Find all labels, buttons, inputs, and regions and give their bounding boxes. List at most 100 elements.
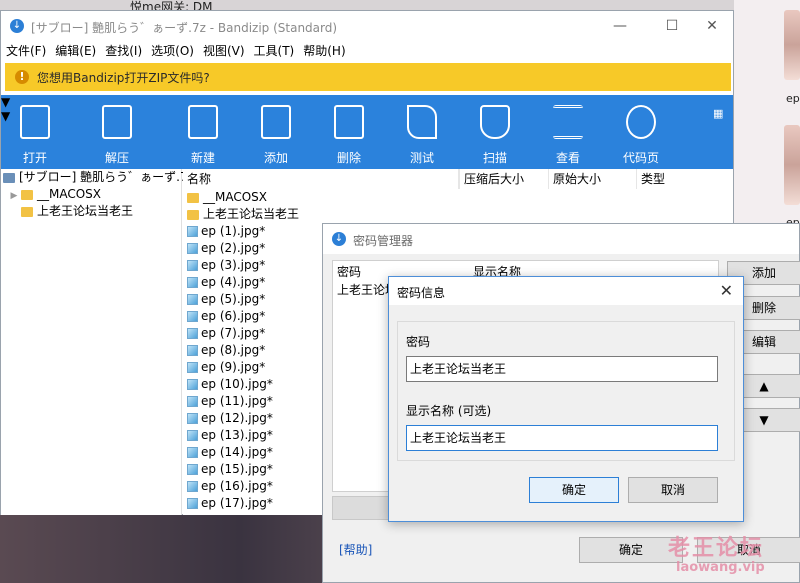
image-file-icon: [187, 362, 198, 373]
image-file-icon: [187, 430, 198, 441]
watermark-logo: 老王论坛: [668, 536, 765, 561]
image-file-icon: [187, 294, 198, 305]
list-item[interactable]: ep (13).jpg*: [187, 427, 273, 444]
close-button[interactable]: ✕: [689, 15, 735, 37]
thumbnail-image: [784, 10, 800, 80]
image-file-icon: [187, 328, 198, 339]
list-item[interactable]: ep (7).jpg*: [187, 325, 265, 342]
image-file-icon: [187, 379, 198, 390]
list-item[interactable]: ep (11).jpg*: [187, 393, 273, 410]
list-item[interactable]: ep (2).jpg*: [187, 240, 265, 257]
menu-file[interactable]: 文件(F): [6, 41, 46, 61]
list-item-label: ep (11).jpg*: [201, 394, 273, 408]
list-item[interactable]: ep (1).jpg*: [187, 223, 265, 240]
list-item[interactable]: ep (14).jpg*: [187, 444, 273, 461]
minimize-button[interactable]: —: [597, 15, 643, 37]
watermark-url: laowang.vip: [676, 560, 765, 575]
list-item-label: ep (3).jpg*: [201, 258, 266, 272]
list-item[interactable]: ep (15).jpg*: [187, 461, 273, 478]
toolbar-new-button[interactable]: 新建: [173, 101, 233, 166]
list-item[interactable]: ep (12).jpg*: [187, 410, 273, 427]
folder-icon: [187, 209, 199, 220]
cancel-button[interactable]: 取消: [628, 477, 718, 503]
list-item-label: ep (12).jpg*: [201, 411, 273, 425]
image-file-icon: [187, 464, 198, 475]
toolbar-extract-button[interactable]: 解压: [87, 101, 147, 166]
image-file-icon: [187, 396, 198, 407]
window-title: [サブロー] 艷肌らう゛ぁーず.7z - Bandizip (Standard): [31, 21, 338, 35]
image-file-icon: [187, 311, 198, 322]
thumbnail-image: [784, 125, 800, 205]
layout-grid-icon[interactable]: ▦: [713, 107, 723, 120]
list-item-label: ep (7).jpg*: [201, 326, 266, 340]
list-item[interactable]: ep (17).jpg*: [187, 495, 273, 512]
tree-item-macosx[interactable]: ▶ __MACOSX: [7, 186, 101, 203]
tree-item-label: 上老王论坛当老王: [37, 204, 134, 218]
menu-options[interactable]: 选项(O): [151, 41, 194, 61]
new-archive-icon: [188, 105, 218, 139]
menu-view[interactable]: 视图(V): [203, 41, 245, 61]
association-notice-bar[interactable]: ! 您想用Bandizip打开ZIP文件吗?: [5, 63, 731, 91]
list-item[interactable]: 上老王论坛当老王: [187, 206, 299, 223]
list-item[interactable]: ep (10).jpg*: [187, 376, 273, 393]
menu-help[interactable]: 帮助(H): [303, 41, 345, 61]
folder-icon: [187, 192, 199, 203]
menu-bar: 文件(F) 编辑(E) 查找(I) 选项(O) 视图(V) 工具(T) 帮助(H): [1, 41, 733, 61]
toolbar-label: 新建: [190, 151, 215, 165]
list-item-label: ep (10).jpg*: [201, 377, 273, 391]
dialog-title-bar: ↓ 密码管理器: [323, 224, 799, 254]
archive-icon: [3, 172, 15, 183]
display-name-field[interactable]: 上老王论坛当老王: [406, 425, 718, 451]
column-header-name[interactable]: 名称: [183, 169, 459, 189]
toolbar-scan-button[interactable]: 扫描: [465, 101, 525, 166]
list-item[interactable]: ep (8).jpg*: [187, 342, 265, 359]
column-header-original-size[interactable]: 原始大小: [549, 169, 637, 189]
toolbar-codepage-button[interactable]: 代码页: [611, 101, 671, 166]
password-label: 密码: [406, 335, 431, 349]
chevron-right-icon[interactable]: ▶: [7, 188, 21, 205]
toolbar-label: 代码页: [622, 151, 659, 165]
image-file-icon: [187, 345, 198, 356]
menu-tools[interactable]: 工具(T): [254, 41, 295, 61]
close-icon[interactable]: ✕: [720, 281, 733, 300]
password-field[interactable]: 上老王论坛当老王: [406, 356, 718, 382]
bandizip-app-icon: ↓: [332, 232, 346, 246]
list-item-label: __MACOSX: [203, 190, 268, 204]
view-icon: [553, 105, 583, 139]
list-item[interactable]: __MACOSX: [187, 189, 267, 206]
tree-item-label: __MACOSX: [37, 187, 102, 201]
toolbar: 打开 ▼ 解压 ▼ 新建 添加 删除 测试 扫描 查看 代码页: [1, 95, 733, 169]
bandizip-app-icon: ↓: [10, 19, 24, 33]
warning-icon: !: [15, 70, 29, 84]
menu-edit[interactable]: 编辑(E): [55, 41, 96, 61]
dialog-title: 密码管理器: [353, 234, 414, 248]
list-item-label: ep (2).jpg*: [201, 241, 266, 255]
ok-button[interactable]: 确定: [529, 477, 619, 503]
column-header-packed-size[interactable]: 压缩后大小: [459, 169, 549, 189]
tree-item-folder[interactable]: 上老王论坛当老王: [21, 203, 133, 220]
list-item[interactable]: ep (16).jpg*: [187, 478, 273, 495]
extract-icon: [102, 105, 132, 139]
display-name-label: 显示名称 (可选): [406, 404, 492, 418]
menu-find[interactable]: 查找(I): [105, 41, 142, 61]
toolbar-delete-button[interactable]: 删除: [319, 101, 379, 166]
toolbar-test-button[interactable]: 测试: [392, 101, 452, 166]
column-header-password[interactable]: 密码: [337, 263, 361, 280]
tree-root-item[interactable]: [サブロー] 艷肌らう゛ぁーず.7z: [3, 169, 194, 186]
folder-icon: [21, 206, 33, 217]
list-item-label: ep (15).jpg*: [201, 462, 273, 476]
list-item-label: ep (5).jpg*: [201, 292, 266, 306]
toolbar-add-button[interactable]: 添加: [246, 101, 306, 166]
dialog-title: 密码信息: [397, 286, 446, 300]
list-item[interactable]: ep (6).jpg*: [187, 308, 265, 325]
list-item[interactable]: ep (4).jpg*: [187, 274, 265, 291]
column-header-type[interactable]: 类型: [637, 169, 727, 189]
list-item[interactable]: ep (5).jpg*: [187, 291, 265, 308]
toolbar-view-button[interactable]: 查看: [538, 101, 598, 166]
image-file-icon: [187, 447, 198, 458]
help-link[interactable]: [帮助]: [339, 541, 372, 558]
list-item[interactable]: ep (9).jpg*: [187, 359, 265, 376]
toolbar-open-button[interactable]: 打开: [5, 101, 65, 166]
list-item[interactable]: ep (3).jpg*: [187, 257, 265, 274]
test-icon: [407, 105, 437, 139]
